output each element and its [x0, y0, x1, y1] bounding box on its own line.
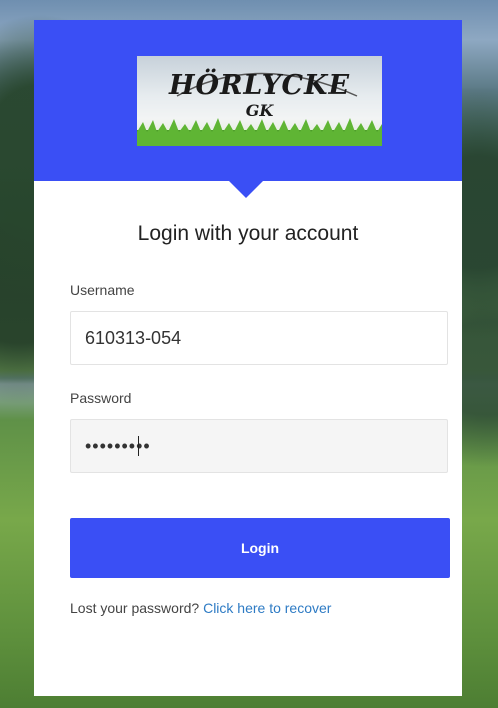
recover-link[interactable]: Click here to recover — [203, 600, 331, 616]
recover-prompt: Lost your password? — [70, 600, 200, 616]
club-logo: HÖRLYCKE GK — [137, 56, 382, 146]
header-pointer — [227, 179, 265, 198]
logo-sub: GK — [245, 101, 274, 120]
recover-line: Lost your password? Click here to recove… — [70, 600, 331, 616]
login-card: HÖRLYCKE GK Login with your account User… — [34, 20, 462, 696]
username-input[interactable] — [70, 311, 448, 365]
password-label: Password — [70, 390, 132, 406]
card-header: HÖRLYCKE GK — [34, 20, 462, 181]
logo-name: HÖRLYCKE — [168, 70, 351, 101]
login-button[interactable]: Login — [70, 518, 450, 578]
password-input[interactable] — [70, 419, 448, 473]
text-cursor — [138, 436, 139, 456]
login-page: HÖRLYCKE GK Login with your account User… — [0, 0, 498, 708]
username-label: Username — [70, 282, 135, 298]
login-title: Login with your account — [137, 222, 359, 245]
